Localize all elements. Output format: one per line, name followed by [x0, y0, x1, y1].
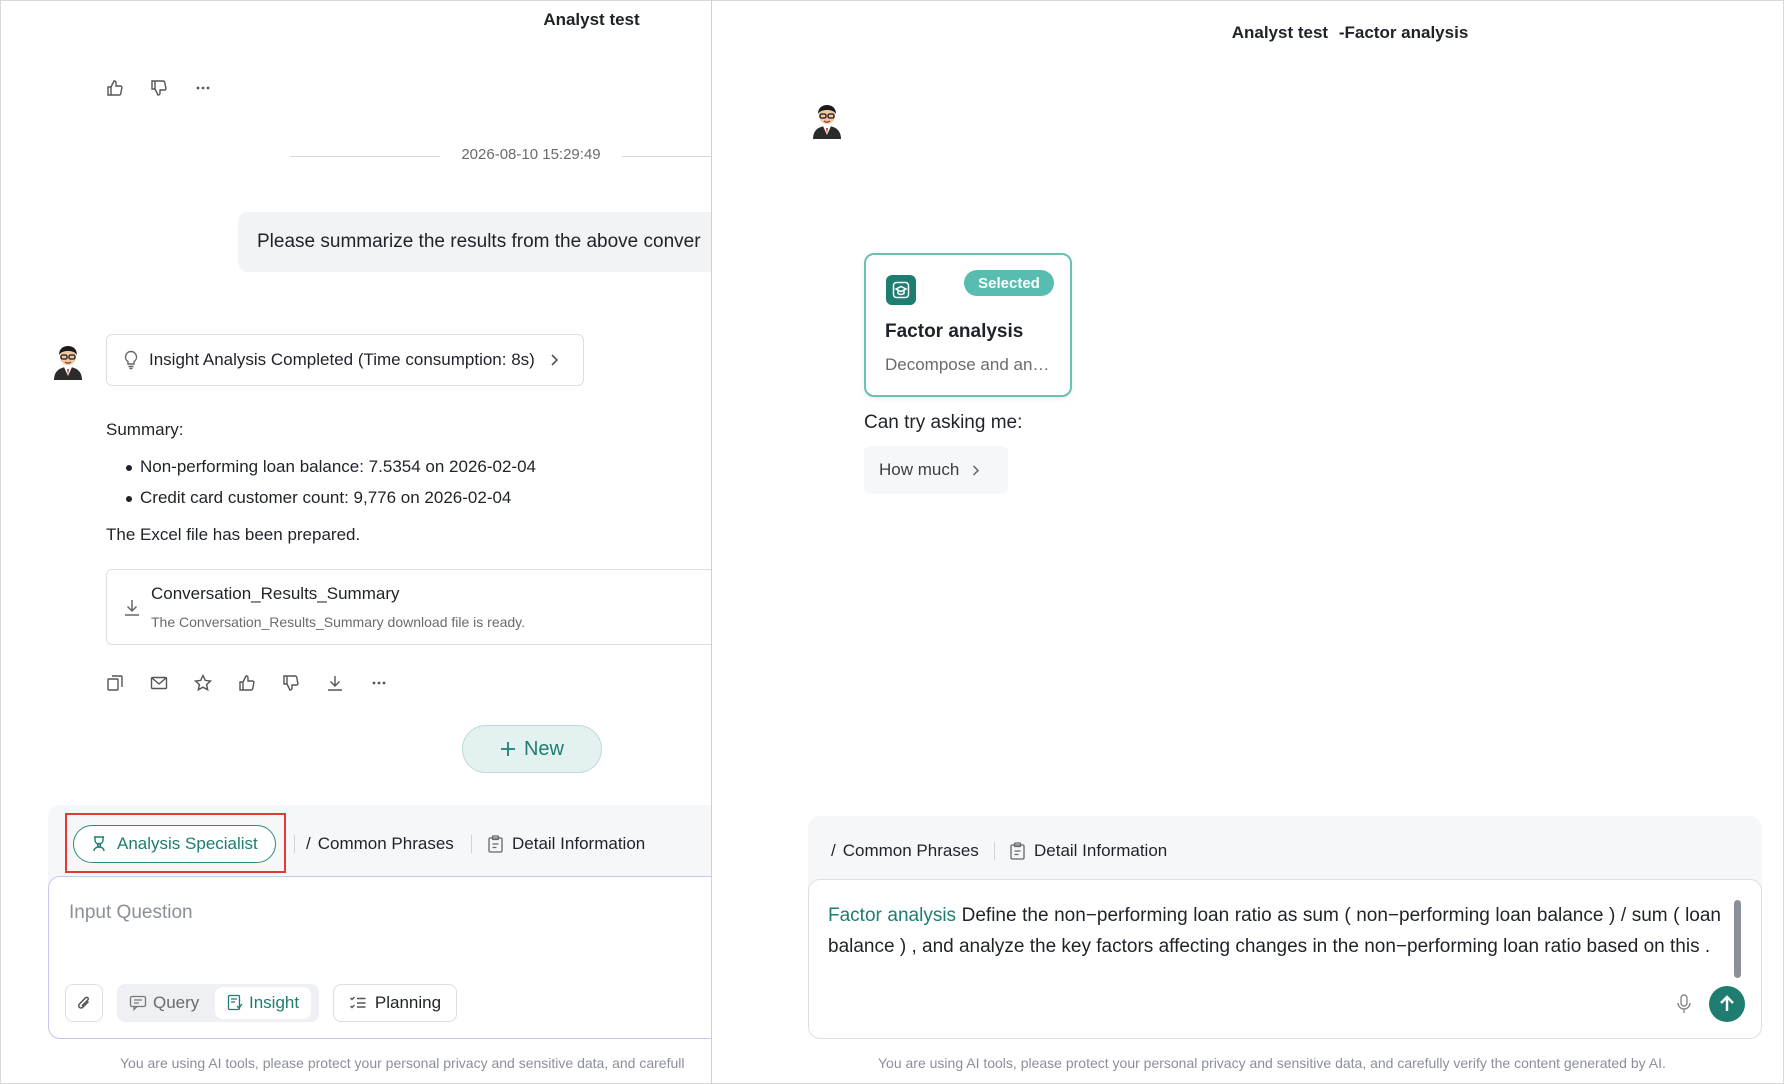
summary-bullet: Credit card customer count: 9,776 on 202… [125, 488, 512, 507]
question-input-placeholder: Input Question [69, 902, 193, 923]
detail-information-label: Detail Information [512, 834, 646, 853]
file-title: Conversation_Results_Summary [151, 584, 400, 603]
copy-icon[interactable] [103, 671, 127, 695]
arrow-up-icon [1718, 994, 1736, 1014]
new-chat-button[interactable]: New [462, 725, 602, 773]
clipboard-icon [1009, 842, 1026, 860]
clipboard-icon [487, 835, 504, 853]
assistant-avatar [48, 340, 88, 380]
insight-mode-tab[interactable]: Insight [215, 987, 312, 1019]
toolbar-separator [471, 835, 472, 853]
toolbar-separator [294, 835, 295, 853]
suggested-question[interactable]: How much [864, 446, 1008, 494]
download-file-card[interactable]: Conversation_Results_Summary The Convers… [106, 569, 711, 645]
selected-badge: Selected [964, 270, 1054, 296]
more-icon[interactable] [367, 671, 391, 695]
plus-icon [500, 741, 516, 757]
download-icon[interactable] [323, 671, 347, 695]
detail-information-button[interactable]: Detail Information [1009, 841, 1167, 861]
skill-card-factor-analysis[interactable]: Selected Factor analysis Decompose and a… [864, 253, 1072, 397]
chat-icon [129, 995, 147, 1011]
thumbs-up-icon[interactable] [235, 671, 259, 695]
assistant-avatar [807, 99, 847, 139]
title-sub: -Factor analysis [1338, 23, 1469, 42]
panel-divider [711, 0, 712, 1084]
insight-icon [227, 994, 243, 1012]
star-icon[interactable] [191, 671, 215, 695]
common-phrases-button[interactable]: / Common Phrases [306, 834, 454, 854]
ai-disclaimer-right: You are using AI tools, please protect y… [878, 1055, 1666, 1071]
toolbar-separator [994, 842, 995, 860]
slash-icon: / [306, 834, 311, 853]
slash-icon: / [831, 841, 836, 860]
title-main: Analyst test [1231, 23, 1329, 42]
message-feedback-row [103, 76, 215, 100]
lightbulb-icon [123, 350, 139, 370]
checklist-icon [349, 995, 367, 1011]
ai-disclaimer: You are using AI tools, please protect y… [120, 1055, 685, 1071]
left-chat-panel: Analyst test 2026-08-10 15:29:49 Please … [0, 0, 711, 1084]
thumbs-down-icon[interactable] [147, 76, 171, 100]
try-asking-label: Can try asking me: [864, 412, 1023, 433]
timestamp-divider-right [622, 156, 711, 157]
graduation-cap-icon [886, 275, 916, 305]
microphone-icon[interactable] [1674, 993, 1694, 1015]
common-phrases-label: Common Phrases [842, 841, 979, 860]
skill-name: Factor analysis [885, 321, 1024, 342]
mail-icon[interactable] [147, 671, 171, 695]
chevron-right-icon [971, 464, 980, 477]
download-icon [123, 598, 141, 618]
insight-mode-label: Insight [249, 993, 300, 1012]
excel-note: The Excel file has been prepared. [106, 525, 361, 544]
file-subtitle: The Conversation_Results_Summary downloa… [151, 614, 526, 630]
timestamp-divider-left [290, 156, 440, 157]
question-text: Define the non−performing loan ratio as … [828, 905, 1721, 957]
planning-button[interactable]: Planning [333, 984, 457, 1022]
user-message-bubble: Please summarize the results from the ab… [238, 212, 711, 272]
input-scrollbar[interactable] [1734, 900, 1741, 978]
skill-tag: Factor analysis [828, 905, 957, 926]
insight-status-text: Insight Analysis Completed (Time consump… [149, 350, 535, 369]
query-mode-label: Query [153, 993, 200, 1012]
message-timestamp: 2026-08-10 15:29:49 [461, 146, 601, 163]
page-title-right: Analyst test -Factor analysis [1200, 23, 1500, 43]
thumbs-up-icon[interactable] [103, 76, 127, 100]
common-phrases-button[interactable]: / Common Phrases [831, 841, 979, 861]
detail-information-label: Detail Information [1034, 841, 1168, 860]
query-mode-tab[interactable]: Query [117, 984, 211, 1022]
question-input-text[interactable]: Factor analysis Define the non−performin… [828, 900, 1721, 962]
planning-label: Planning [374, 993, 442, 1012]
detail-information-button[interactable]: Detail Information [487, 834, 645, 854]
chevron-right-icon [549, 353, 559, 367]
skill-description: Decompose and an… [885, 355, 1050, 374]
mode-switcher: Query Insight [117, 984, 319, 1022]
thumbs-down-icon[interactable] [279, 671, 303, 695]
insight-status-pill[interactable]: Insight Analysis Completed (Time consump… [106, 334, 584, 386]
page-title: Analyst test [543, 10, 640, 29]
send-button[interactable] [1709, 986, 1745, 1022]
suggested-question-label: How much [879, 460, 960, 479]
paperclip-icon [75, 994, 93, 1012]
message-actions-row [103, 671, 391, 695]
summary-bullet: Non-performing loan balance: 7.5354 on 2… [126, 457, 536, 476]
more-icon[interactable] [191, 76, 215, 100]
attach-button[interactable] [65, 984, 103, 1022]
common-phrases-label: Common Phrases [317, 834, 454, 853]
new-chat-label: New [523, 737, 564, 760]
highlight-box [65, 813, 286, 873]
summary-label: Summary: [106, 420, 184, 439]
